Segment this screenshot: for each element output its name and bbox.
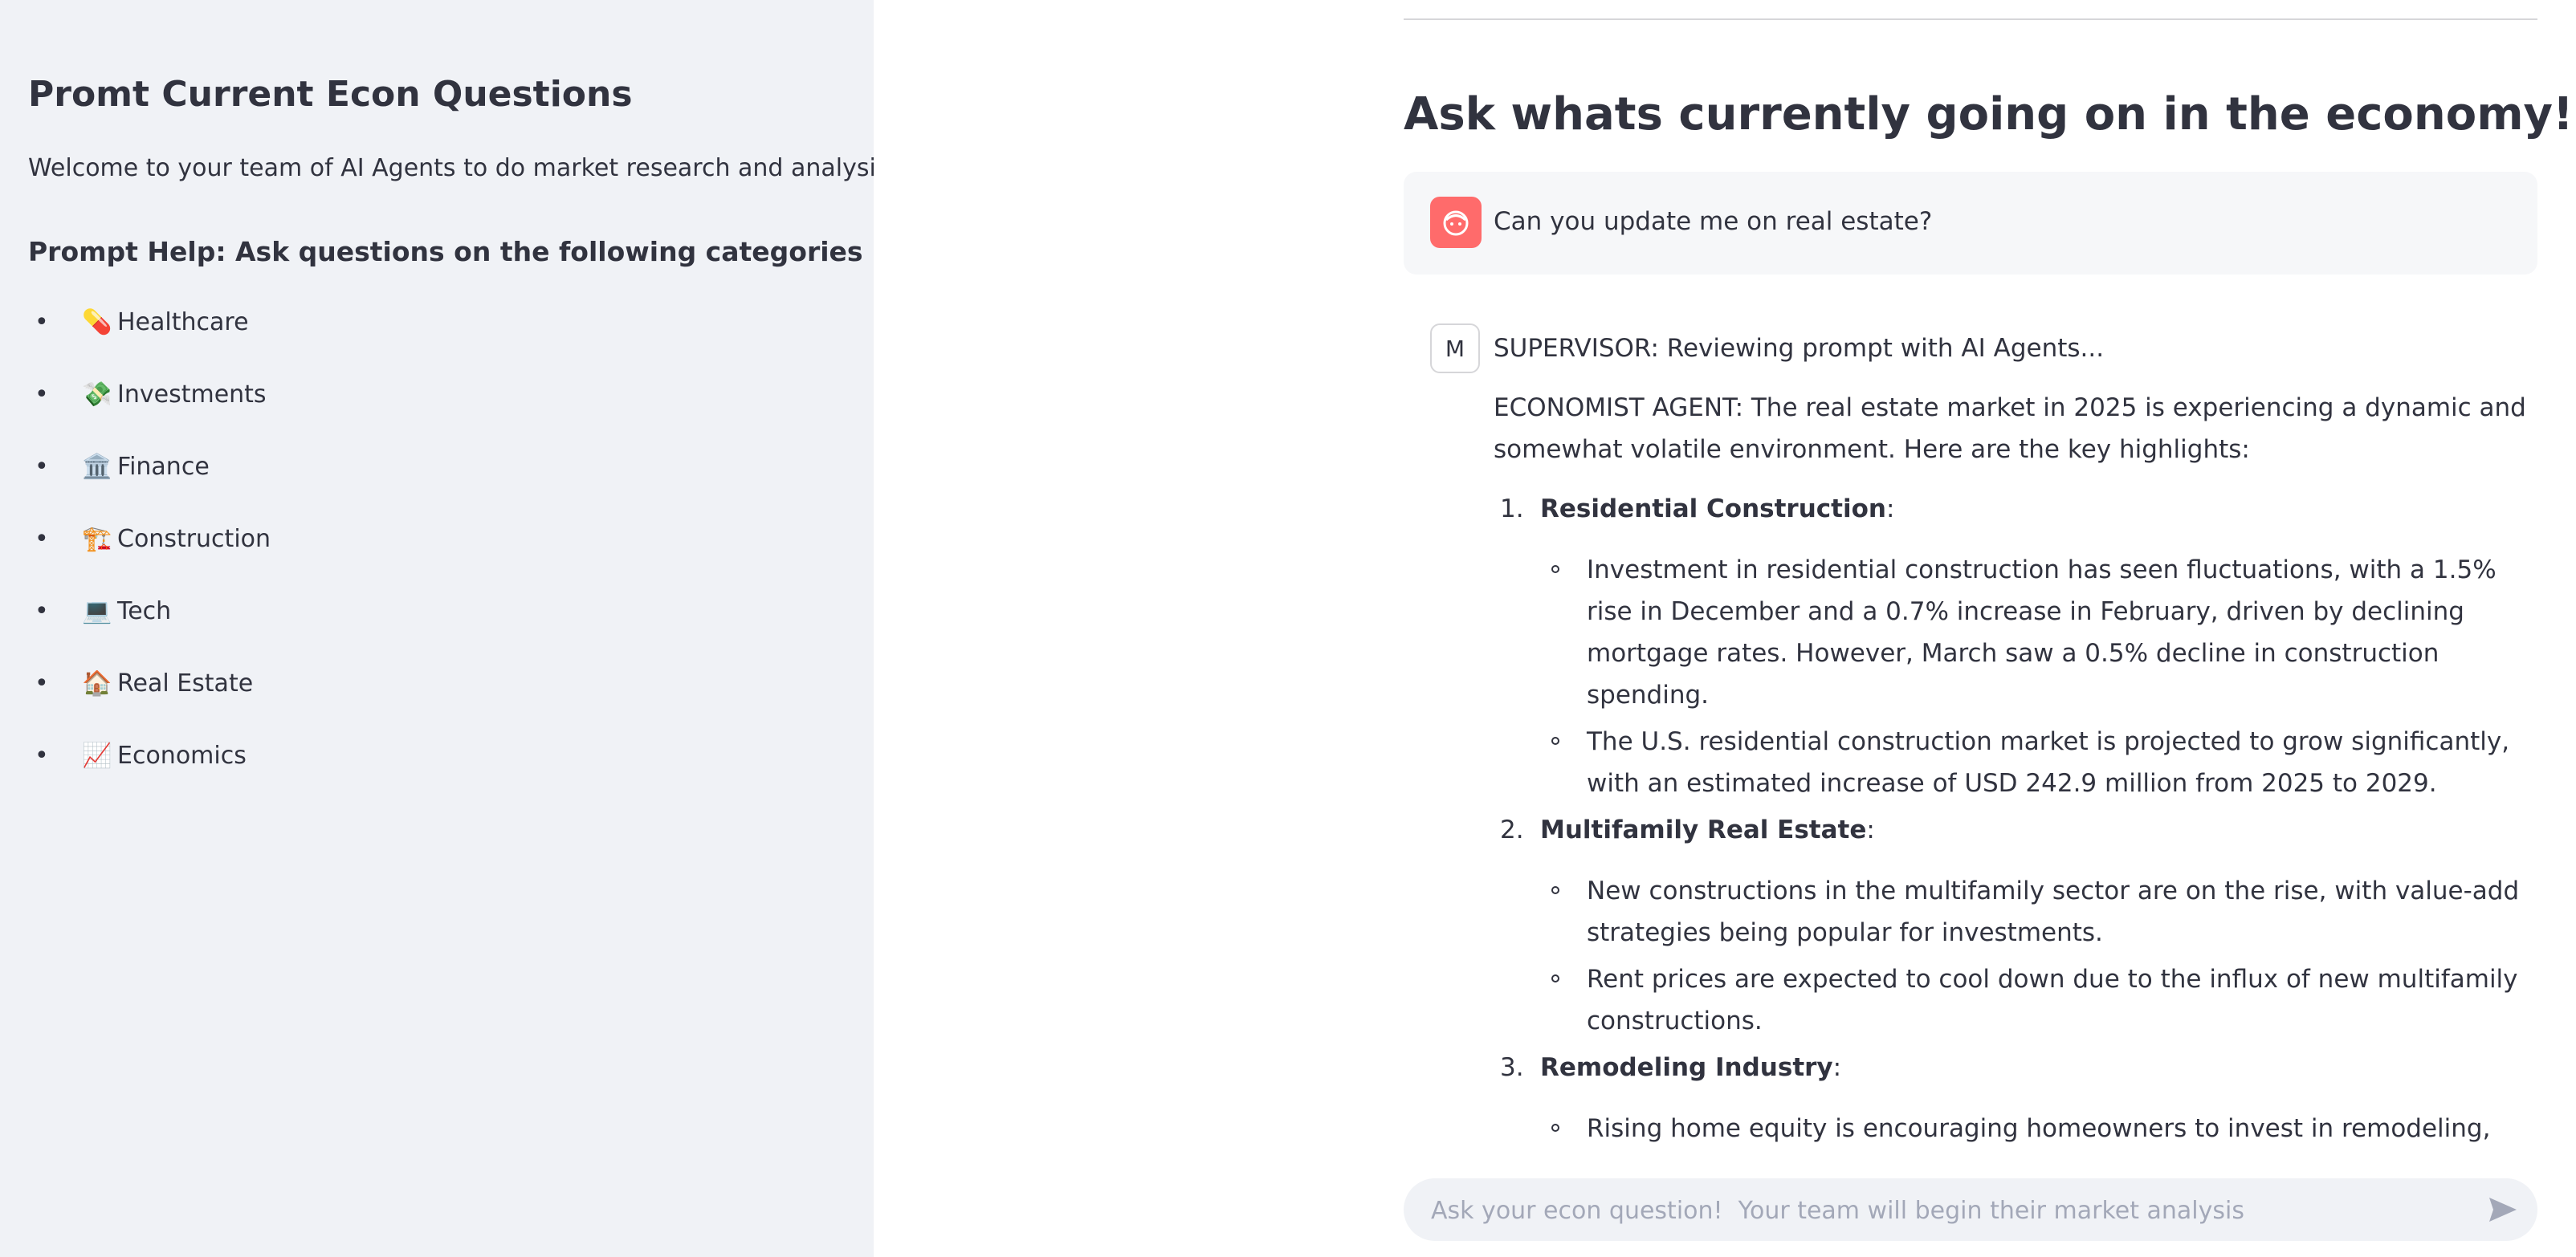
- supervisor-status-text: SUPERVISOR: Reviewing prompt with AI Age…: [1494, 334, 2105, 363]
- divider: [1404, 18, 2537, 20]
- category-label: Real Estate: [117, 669, 254, 698]
- section-bullets: Rising home equity is encouraging homeow…: [1540, 1108, 2537, 1143]
- section-bullets: New constructions in the multifamily sec…: [1540, 870, 2537, 1042]
- assistant-avatar: M: [1430, 323, 1480, 373]
- user-face-icon: [1443, 210, 1469, 236]
- section-bullets: Investment in residential construction h…: [1540, 549, 2537, 804]
- section-heading: Residential Construction:: [1540, 488, 2537, 530]
- chat-input[interactable]: [1429, 1178, 2460, 1243]
- bullet: •: [35, 453, 49, 481]
- category-item-investments: • 💸 Investments: [28, 376, 271, 448]
- category-item-economics: • 📈 Economics: [28, 737, 271, 809]
- list-item: 2. Multifamily Real Estate: New construc…: [1494, 809, 2537, 1042]
- list-item: New constructions in the multifamily sec…: [1540, 870, 2537, 954]
- assistant-chat-message: M SUPERVISOR: Reviewing prompt with AI A…: [1404, 313, 2537, 1143]
- assistant-message-body: SUPERVISOR: Reviewing prompt with AI Age…: [1494, 313, 2537, 1143]
- section-heading-text: Multifamily Real Estate: [1540, 816, 1867, 844]
- house-icon: 🏠: [82, 669, 112, 698]
- section-heading-colon: :: [1885, 494, 1895, 523]
- bullet-text: Rising home equity is encouraging homeow…: [1587, 1114, 2491, 1143]
- category-item-real-estate: • 🏠 Real Estate: [28, 665, 271, 737]
- user-message-text: Can you update me on real estate?: [1494, 207, 1933, 236]
- section-heading-colon: :: [1832, 1053, 1842, 1082]
- list-number: 2.: [1500, 816, 1524, 844]
- send-arrow-icon: [2489, 1198, 2517, 1222]
- bullet: •: [35, 742, 49, 770]
- category-label: Investments: [117, 380, 267, 409]
- list-item: Rising home equity is encouraging homeow…: [1540, 1108, 2537, 1143]
- bullet-text: Rent prices are expected to cool down du…: [1587, 965, 2518, 1035]
- chat-input-bar: [1404, 1178, 2537, 1243]
- chart-increasing-icon: 📈: [82, 742, 112, 770]
- bullet: •: [35, 597, 49, 625]
- prompt-help-heading: Prompt Help: Ask questions on the follow…: [28, 236, 863, 267]
- section-heading-colon: :: [1866, 816, 1875, 844]
- money-with-wings-icon: 💸: [82, 380, 112, 409]
- user-chat-message: Can you update me on real estate?: [1404, 172, 2537, 275]
- construction-crane-icon: 🏗️: [82, 525, 112, 553]
- section-heading-text: Remodeling Industry: [1540, 1053, 1833, 1082]
- category-item-tech: • 💻 Tech: [28, 592, 271, 665]
- list-number: 3.: [1500, 1053, 1524, 1082]
- bullet: •: [35, 669, 49, 698]
- list-item: Investment in residential construction h…: [1540, 549, 2537, 716]
- list-item: Rent prices are expected to cool down du…: [1540, 958, 2537, 1042]
- sidebar: Promt Current Econ Questions Welcome to …: [0, 0, 888, 1257]
- circle-bullet: [1551, 886, 1559, 894]
- list-item: 3. Remodeling Industry: Rising home equi…: [1494, 1047, 2537, 1143]
- bullet: •: [35, 380, 49, 409]
- main-panel: Ask whats currently going on in the econ…: [874, 0, 2576, 1257]
- circle-bullet: [1551, 565, 1559, 573]
- user-avatar: [1430, 197, 1482, 248]
- sidebar-welcome-text: Welcome to your team of AI Agents to do …: [28, 154, 889, 182]
- category-list: • 💊 Healthcare • 💸 Investments • 🏛️ Fina…: [28, 303, 271, 809]
- category-item-finance: • 🏛️ Finance: [28, 448, 271, 520]
- category-label: Construction: [117, 525, 271, 553]
- bullet-text: The U.S. residential construction market…: [1587, 727, 2510, 798]
- list-item: 1. Residential Construction: Investment …: [1494, 488, 2537, 804]
- key-highlights-list: 1. Residential Construction: Investment …: [1494, 488, 2537, 1143]
- pill-icon: 💊: [82, 308, 112, 336]
- category-item-construction: • 🏗️ Construction: [28, 520, 271, 592]
- circle-bullet: [1551, 1124, 1559, 1132]
- bullet-text: Investment in residential construction h…: [1587, 555, 2497, 710]
- category-label: Healthcare: [117, 308, 249, 336]
- send-button[interactable]: [2486, 1194, 2520, 1226]
- circle-bullet: [1551, 974, 1559, 982]
- bullet: •: [35, 525, 49, 553]
- category-item-healthcare: • 💊 Healthcare: [28, 303, 271, 376]
- category-label: Tech: [117, 597, 172, 625]
- circle-bullet: [1551, 737, 1559, 745]
- sidebar-title: Promt Current Econ Questions: [28, 74, 633, 115]
- category-label: Economics: [117, 742, 247, 770]
- section-heading: Remodeling Industry:: [1540, 1047, 2537, 1088]
- economist-intro-text: ECONOMIST AGENT: The real estate market …: [1494, 393, 2526, 464]
- page-title: Ask whats currently going on in the econ…: [1404, 88, 2574, 140]
- laptop-icon: 💻: [82, 597, 112, 625]
- category-label: Finance: [117, 453, 210, 481]
- bullet-text: New constructions in the multifamily sec…: [1587, 877, 2520, 947]
- app: Promt Current Econ Questions Welcome to …: [0, 0, 2576, 1257]
- list-number: 1.: [1500, 494, 1524, 523]
- bullet: •: [35, 308, 49, 336]
- section-heading: Multifamily Real Estate:: [1540, 809, 2537, 851]
- list-item: The U.S. residential construction market…: [1540, 721, 2537, 804]
- bank-building-icon: 🏛️: [82, 453, 112, 481]
- section-heading-text: Residential Construction: [1540, 494, 1886, 523]
